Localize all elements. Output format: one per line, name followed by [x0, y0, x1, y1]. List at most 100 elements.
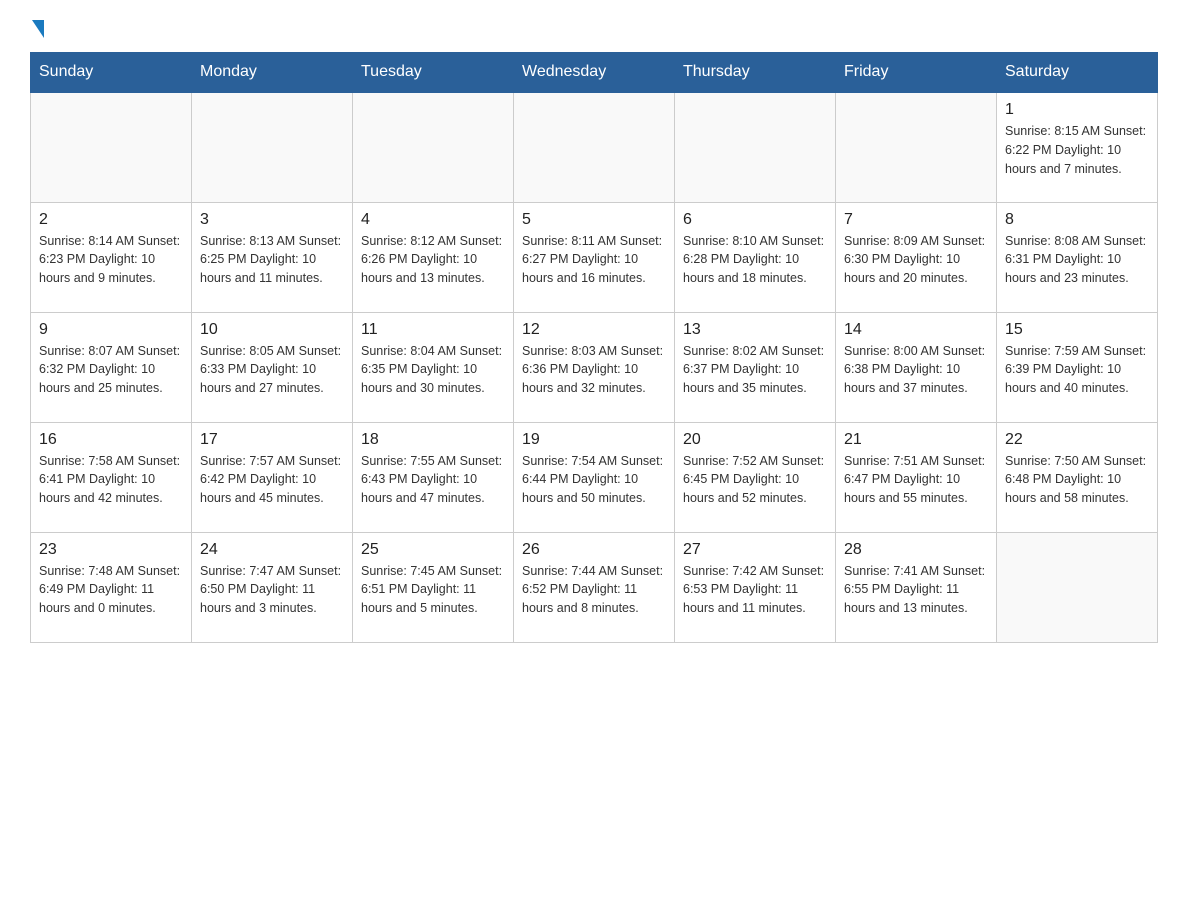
day-number: 18: [361, 431, 505, 449]
day-info: Sunrise: 7:51 AM Sunset: 6:47 PM Dayligh…: [844, 452, 988, 508]
calendar-cell: 19 Sunrise: 7:54 AM Sunset: 6:44 PM Dayli…: [514, 422, 675, 532]
day-number: 19: [522, 431, 666, 449]
day-number: 24: [200, 541, 344, 559]
day-number: 13: [683, 321, 827, 339]
day-header-tuesday: Tuesday: [353, 53, 514, 93]
day-number: 25: [361, 541, 505, 559]
calendar-cell: 10 Sunrise: 8:05 AM Sunset: 6:33 PM Dayli…: [192, 312, 353, 422]
day-number: 26: [522, 541, 666, 559]
calendar-week-row: 1Sunrise: 8:15 AM Sunset: 6:22 PM Daylig…: [31, 92, 1158, 202]
day-info: Sunrise: 7:44 AM Sunset: 6:52 PM Dayligh…: [522, 562, 666, 618]
day-number: 1: [1005, 101, 1149, 119]
calendar-cell: 28 Sunrise: 7:41 AM Sunset: 6:55 PM Dayli…: [836, 532, 997, 642]
day-number: 12: [522, 321, 666, 339]
calendar-cell: 12 Sunrise: 8:03 AM Sunset: 6:36 PM Dayli…: [514, 312, 675, 422]
calendar-cell: 7Sunrise: 8:09 AM Sunset: 6:30 PM Daylig…: [836, 202, 997, 312]
calendar-cell: 26 Sunrise: 7:44 AM Sunset: 6:52 PM Dayli…: [514, 532, 675, 642]
calendar-cell: [675, 92, 836, 202]
calendar-cell: 3 Sunrise: 8:13 AM Sunset: 6:25 PM Daylig…: [192, 202, 353, 312]
day-info: Sunrise: 8:03 AM Sunset: 6:36 PM Dayligh…: [522, 342, 666, 398]
calendar-cell: 27 Sunrise: 7:42 AM Sunset: 6:53 PM Dayli…: [675, 532, 836, 642]
day-info: Sunrise: 8:04 AM Sunset: 6:35 PM Dayligh…: [361, 342, 505, 398]
calendar-week-row: 23 Sunrise: 7:48 AM Sunset: 6:49 PM Dayli…: [31, 532, 1158, 642]
calendar-cell: 17 Sunrise: 7:57 AM Sunset: 6:42 PM Dayli…: [192, 422, 353, 532]
day-number: 14: [844, 321, 988, 339]
day-info: Sunrise: 7:47 AM Sunset: 6:50 PM Dayligh…: [200, 562, 344, 618]
day-number: 9: [39, 321, 183, 339]
calendar-header-row: SundayMondayTuesdayWednesdayThursdayFrid…: [31, 53, 1158, 93]
calendar-cell: [31, 92, 192, 202]
day-number: 6: [683, 211, 827, 229]
day-info: Sunrise: 7:50 AM Sunset: 6:48 PM Dayligh…: [1005, 452, 1149, 508]
calendar-cell: [514, 92, 675, 202]
calendar-cell: 2 Sunrise: 8:14 AM Sunset: 6:23 PM Daylig…: [31, 202, 192, 312]
calendar-cell: 21 Sunrise: 7:51 AM Sunset: 6:47 PM Dayli…: [836, 422, 997, 532]
day-info: Sunrise: 8:08 AM Sunset: 6:31 PM Dayligh…: [1005, 232, 1149, 288]
day-info: Sunrise: 8:07 AM Sunset: 6:32 PM Dayligh…: [39, 342, 183, 398]
calendar-cell: 16 Sunrise: 7:58 AM Sunset: 6:41 PM Dayli…: [31, 422, 192, 532]
calendar-cell: 13 Sunrise: 8:02 AM Sunset: 6:37 PM Dayli…: [675, 312, 836, 422]
day-info: Sunrise: 8:10 AM Sunset: 6:28 PM Dayligh…: [683, 232, 827, 288]
day-number: 21: [844, 431, 988, 449]
day-header-sunday: Sunday: [31, 53, 192, 93]
calendar-cell: 15 Sunrise: 7:59 AM Sunset: 6:39 PM Dayli…: [997, 312, 1158, 422]
calendar-week-row: 2 Sunrise: 8:14 AM Sunset: 6:23 PM Daylig…: [31, 202, 1158, 312]
calendar-cell: 8 Sunrise: 8:08 AM Sunset: 6:31 PM Daylig…: [997, 202, 1158, 312]
day-info: Sunrise: 8:11 AM Sunset: 6:27 PM Dayligh…: [522, 232, 666, 288]
page-header: [30, 20, 1158, 36]
day-header-saturday: Saturday: [997, 53, 1158, 93]
calendar-cell: [192, 92, 353, 202]
day-number: 5: [522, 211, 666, 229]
day-info: Sunrise: 8:00 AM Sunset: 6:38 PM Dayligh…: [844, 342, 988, 398]
day-number: 2: [39, 211, 183, 229]
day-number: 16: [39, 431, 183, 449]
calendar-week-row: 16 Sunrise: 7:58 AM Sunset: 6:41 PM Dayli…: [31, 422, 1158, 532]
day-info: Sunrise: 7:41 AM Sunset: 6:55 PM Dayligh…: [844, 562, 988, 618]
day-info: Sunrise: 7:48 AM Sunset: 6:49 PM Dayligh…: [39, 562, 183, 618]
day-info: Sunrise: 7:42 AM Sunset: 6:53 PM Dayligh…: [683, 562, 827, 618]
calendar-table: SundayMondayTuesdayWednesdayThursdayFrid…: [30, 52, 1158, 643]
day-info: Sunrise: 8:14 AM Sunset: 6:23 PM Dayligh…: [39, 232, 183, 288]
day-number: 10: [200, 321, 344, 339]
day-header-friday: Friday: [836, 53, 997, 93]
day-number: 28: [844, 541, 988, 559]
logo: [30, 20, 44, 36]
day-number: 4: [361, 211, 505, 229]
calendar-cell: 11Sunrise: 8:04 AM Sunset: 6:35 PM Dayli…: [353, 312, 514, 422]
day-info: Sunrise: 8:12 AM Sunset: 6:26 PM Dayligh…: [361, 232, 505, 288]
calendar-cell: 22 Sunrise: 7:50 AM Sunset: 6:48 PM Dayli…: [997, 422, 1158, 532]
calendar-cell: 14 Sunrise: 8:00 AM Sunset: 6:38 PM Dayli…: [836, 312, 997, 422]
day-number: 22: [1005, 431, 1149, 449]
calendar-cell: [353, 92, 514, 202]
day-number: 15: [1005, 321, 1149, 339]
calendar-cell: 25 Sunrise: 7:45 AM Sunset: 6:51 PM Dayli…: [353, 532, 514, 642]
day-info: Sunrise: 7:59 AM Sunset: 6:39 PM Dayligh…: [1005, 342, 1149, 398]
day-header-thursday: Thursday: [675, 53, 836, 93]
calendar-cell: 24 Sunrise: 7:47 AM Sunset: 6:50 PM Dayli…: [192, 532, 353, 642]
calendar-cell: 4 Sunrise: 8:12 AM Sunset: 6:26 PM Daylig…: [353, 202, 514, 312]
day-number: 17: [200, 431, 344, 449]
day-info: Sunrise: 8:13 AM Sunset: 6:25 PM Dayligh…: [200, 232, 344, 288]
calendar-cell: 6 Sunrise: 8:10 AM Sunset: 6:28 PM Daylig…: [675, 202, 836, 312]
calendar-week-row: 9 Sunrise: 8:07 AM Sunset: 6:32 PM Daylig…: [31, 312, 1158, 422]
logo-arrow-icon: [32, 20, 44, 38]
calendar-cell: 23 Sunrise: 7:48 AM Sunset: 6:49 PM Dayli…: [31, 532, 192, 642]
day-number: 8: [1005, 211, 1149, 229]
day-number: 27: [683, 541, 827, 559]
calendar-cell: 9 Sunrise: 8:07 AM Sunset: 6:32 PM Daylig…: [31, 312, 192, 422]
day-info: Sunrise: 8:05 AM Sunset: 6:33 PM Dayligh…: [200, 342, 344, 398]
calendar-cell: 18 Sunrise: 7:55 AM Sunset: 6:43 PM Dayli…: [353, 422, 514, 532]
calendar-cell: [836, 92, 997, 202]
day-number: 20: [683, 431, 827, 449]
day-info: Sunrise: 7:58 AM Sunset: 6:41 PM Dayligh…: [39, 452, 183, 508]
day-info: Sunrise: 7:57 AM Sunset: 6:42 PM Dayligh…: [200, 452, 344, 508]
day-number: 23: [39, 541, 183, 559]
day-info: Sunrise: 7:55 AM Sunset: 6:43 PM Dayligh…: [361, 452, 505, 508]
day-info: Sunrise: 7:54 AM Sunset: 6:44 PM Dayligh…: [522, 452, 666, 508]
day-number: 3: [200, 211, 344, 229]
day-info: Sunrise: 8:02 AM Sunset: 6:37 PM Dayligh…: [683, 342, 827, 398]
day-info: Sunrise: 7:45 AM Sunset: 6:51 PM Dayligh…: [361, 562, 505, 618]
day-number: 7: [844, 211, 988, 229]
calendar-cell: 5 Sunrise: 8:11 AM Sunset: 6:27 PM Daylig…: [514, 202, 675, 312]
calendar-cell: [997, 532, 1158, 642]
